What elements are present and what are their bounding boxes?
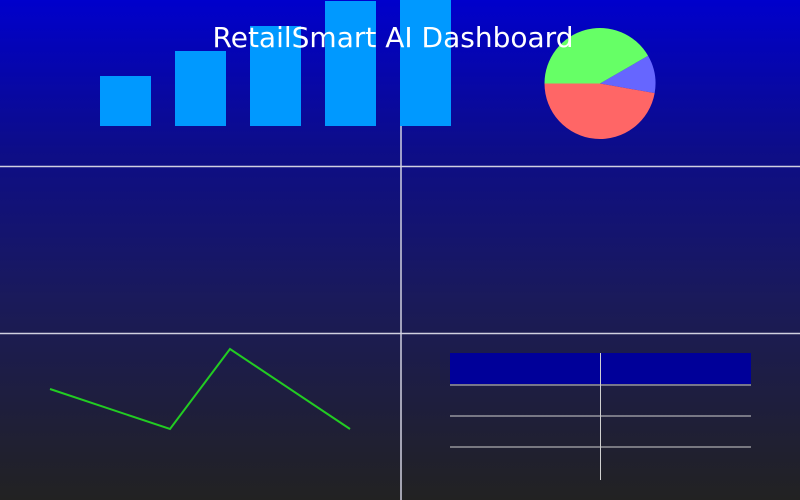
- panel-grid: [0, 126, 800, 500]
- line-series: [49, 347, 351, 431]
- line-chart: [49, 347, 351, 431]
- data-table: [450, 353, 751, 480]
- bar-5: [400, 0, 451, 126]
- dashboard-root: RetailSmart AI Dashboard: [0, 0, 800, 500]
- dashboard-canvas: RetailSmart AI Dashboard: [0, 0, 800, 500]
- bar-1: [100, 76, 151, 126]
- bar-2: [175, 51, 226, 126]
- bar-4: [325, 1, 376, 126]
- pie-slice-2: [544, 83, 655, 140]
- dashboard-title: RetailSmart AI Dashboard: [213, 21, 574, 54]
- bar-chart: [100, 0, 451, 126]
